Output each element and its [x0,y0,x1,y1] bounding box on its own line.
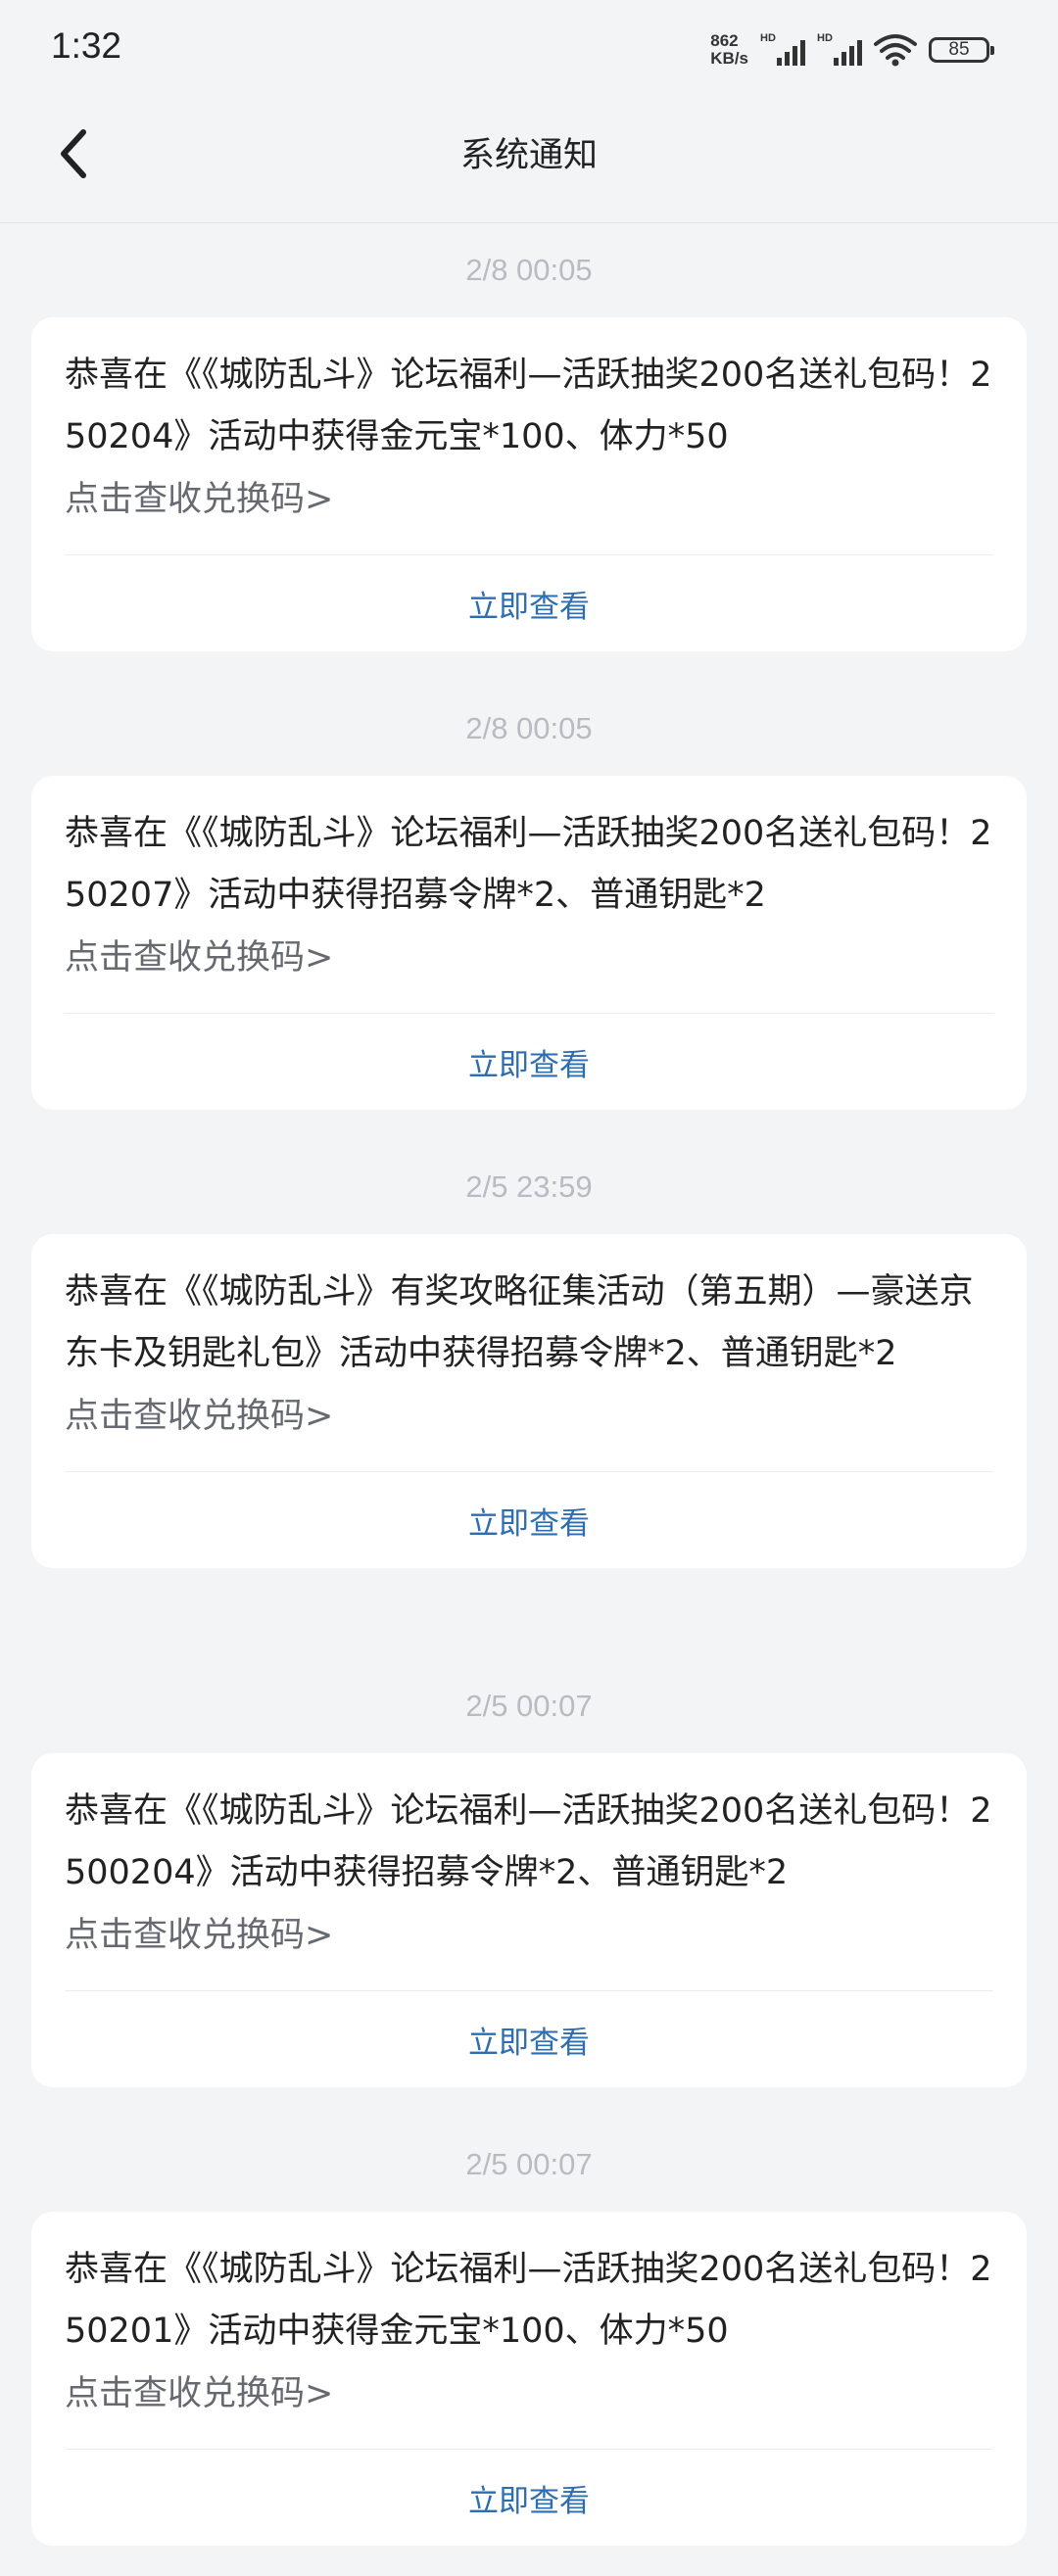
signal-hd-label: HD [817,32,833,44]
message-timestamp: 2/5 00:07 [465,2147,593,2181]
wifi-icon [874,34,917,67]
view-now-button[interactable]: 立即查看 [31,1014,1027,1110]
network-speed-unit: KB/s [710,49,748,68]
view-now-button[interactable]: 立即查看 [31,2450,1027,2546]
battery-icon: 85 [929,37,994,63]
cellular-signal-icon: HD [817,32,862,68]
page-title: 系统通知 [459,136,598,175]
view-code-link[interactable]: 点击查收兑换码> [65,472,993,527]
view-code-link[interactable]: 点击查收兑换码> [65,2366,993,2421]
notification-text: 恭喜在《《城防乱斗》有奖攻略征集活动（第五期）—豪送京东卡及钥匙礼包》活动中获得… [65,1272,974,1373]
notification-list[interactable]: 2/8 00:05 恭喜在《《城防乱斗》论坛福利—活跃抽奖200名送礼包码！25… [0,223,1058,2576]
battery-level: 85 [948,39,970,60]
notification-item: 2/5 00:07 恭喜在《《城防乱斗》论坛福利—活跃抽奖200名送礼包码！25… [0,2118,1058,2576]
view-now-button[interactable]: 立即查看 [31,555,1027,651]
message-timestamp: 2/5 00:07 [465,1689,593,1723]
notification-card[interactable]: 恭喜在《《城防乱斗》论坛福利—活跃抽奖200名送礼包码！2500204》活动中获… [31,1753,1027,2087]
signal-hd-label: HD [760,32,776,44]
notification-text: 恭喜在《《城防乱斗》论坛福利—活跃抽奖200名送礼包码！250204》活动中获得… [65,356,992,456]
message-timestamp: 2/5 23:59 [465,1169,593,1204]
notification-card[interactable]: 恭喜在《《城防乱斗》有奖攻略征集活动（第五期）—豪送京东卡及钥匙礼包》活动中获得… [31,1234,1027,1568]
status-time: 1:32 [51,25,122,66]
cellular-signal-icon: HD [760,32,805,68]
status-bar: 1:32 862 KB/s HD HD 85 [0,0,1058,98]
notification-card[interactable]: 恭喜在《《城防乱斗》论坛福利—活跃抽奖200名送礼包码！250201》活动中获得… [31,2212,1027,2546]
notification-text: 恭喜在《《城防乱斗》论坛福利—活跃抽奖200名送礼包码！2500204》活动中获… [65,1791,992,1892]
network-speed: 862 KB/s [710,32,748,68]
notification-item: 2/8 00:05 恭喜在《《城防乱斗》论坛福利—活跃抽奖200名送礼包码！25… [0,223,1058,682]
view-code-link[interactable]: 点击查收兑换码> [65,1908,993,1963]
notification-text: 恭喜在《《城防乱斗》论坛福利—活跃抽奖200名送礼包码！250207》活动中获得… [65,814,992,915]
nav-bar: 系统通知 [0,98,1058,223]
view-now-button[interactable]: 立即查看 [31,1991,1027,2087]
network-speed-value: 862 [710,31,739,50]
notification-item: 2/5 23:59 恭喜在《《城防乱斗》有奖攻略征集活动（第五期）—豪送京东卡及… [0,1140,1058,1659]
notification-card[interactable]: 恭喜在《《城防乱斗》论坛福利—活跃抽奖200名送礼包码！250204》活动中获得… [31,317,1027,651]
message-timestamp: 2/8 00:05 [465,253,593,287]
message-timestamp: 2/8 00:05 [465,711,593,745]
notification-item: 2/8 00:05 恭喜在《《城防乱斗》论坛福利—活跃抽奖200名送礼包码！25… [0,682,1058,1140]
notification-card[interactable]: 恭喜在《《城防乱斗》论坛福利—活跃抽奖200名送礼包码！250207》活动中获得… [31,776,1027,1110]
status-icons: 862 KB/s HD HD 85 [710,29,994,71]
view-now-button[interactable]: 立即查看 [31,1472,1027,1568]
notification-text: 恭喜在《《城防乱斗》论坛福利—活跃抽奖200名送礼包码！250201》活动中获得… [65,2250,992,2351]
view-code-link[interactable]: 点击查收兑换码> [65,1389,993,1444]
view-code-link[interactable]: 点击查收兑换码> [65,930,993,985]
notification-item: 2/5 00:07 恭喜在《《城防乱斗》论坛福利—活跃抽奖200名送礼包码！25… [0,1659,1058,2118]
